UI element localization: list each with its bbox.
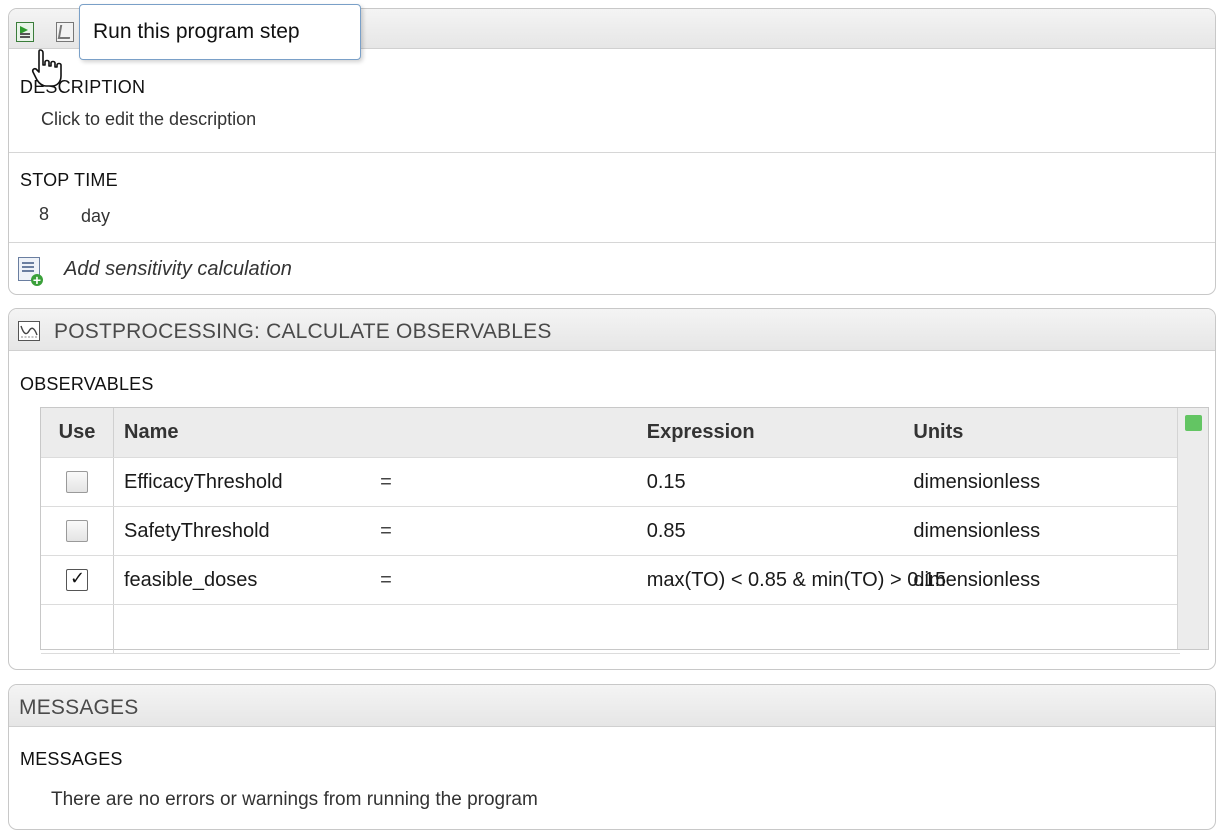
name-cell[interactable] (113, 604, 381, 654)
status-indicator-icon (1185, 415, 1202, 431)
expression-cell[interactable]: max(TO) < 0.85 & min(TO) > 0.15 (646, 555, 946, 605)
stop-time-label: STOP TIME (20, 170, 118, 190)
use-cell (41, 506, 114, 556)
name-cell[interactable]: feasible_doses (113, 555, 381, 605)
messages-header (9, 685, 1215, 727)
table-header-row: Use Name Expression Units (41, 408, 1180, 458)
equals-sign (380, 604, 647, 654)
step-icon[interactable] (56, 22, 74, 42)
equals-sign: = (380, 555, 647, 605)
divider (9, 242, 1215, 243)
col-name[interactable]: Name (113, 408, 381, 458)
table-row[interactable]: SafetyThreshold = 0.85 dimensionless (41, 506, 1180, 556)
observables-table[interactable]: Use Name Expression Units EfficacyThresh… (40, 407, 1209, 654)
plot-icon-glyph (20, 325, 38, 338)
units-cell[interactable]: dimensionless (913, 506, 1180, 556)
use-checkbox[interactable] (66, 471, 88, 494)
expression-cell[interactable]: 0.85 (646, 506, 914, 556)
observables-label: OBSERVABLES (20, 374, 154, 394)
divider (9, 152, 1215, 153)
use-cell (41, 604, 114, 654)
table-row[interactable]: EfficacyThreshold = 0.15 dimensionless (41, 457, 1180, 507)
table-scrollbar[interactable] (1177, 408, 1208, 649)
tooltip-text: Run this program step (93, 20, 300, 43)
observables-grid: Use Name Expression Units EfficacyThresh… (41, 408, 1180, 654)
col-use[interactable]: Use (41, 408, 114, 458)
description-text[interactable]: Click to edit the description (41, 109, 256, 130)
col-units[interactable]: Units (913, 408, 1180, 458)
units-cell[interactable]: dimensionless (913, 457, 1180, 507)
expression-cell[interactable] (646, 604, 914, 654)
plot-icon (18, 321, 40, 341)
name-cell[interactable]: EfficacyThreshold (113, 457, 381, 507)
table-row-empty[interactable] (41, 604, 1180, 654)
messages-text: There are no errors or warnings from run… (51, 789, 538, 810)
units-cell[interactable] (913, 604, 1180, 654)
stop-time-units[interactable]: day (81, 206, 110, 227)
equals-sign: = (380, 457, 647, 507)
run-step-tooltip: Run this program step (79, 4, 361, 60)
use-checkbox[interactable] (66, 568, 88, 592)
name-cell[interactable]: SafetyThreshold (113, 506, 381, 556)
equals-sign: = (380, 506, 647, 556)
expression-cell[interactable]: 0.15 (646, 457, 914, 507)
use-checkbox[interactable] (66, 520, 88, 543)
messages-panel: MESSAGES MESSAGES There are no errors or… (8, 684, 1216, 830)
hand-cursor-icon (31, 49, 62, 87)
col-eq (380, 408, 647, 458)
use-cell (41, 555, 114, 605)
messages-label: MESSAGES (20, 749, 123, 769)
postprocessing-title: POSTPROCESSING: CALCULATE OBSERVABLES (54, 320, 552, 343)
messages-title: MESSAGES (19, 696, 139, 719)
add-sensitivity-link[interactable]: Add sensitivity calculation (64, 258, 292, 281)
stop-time-value[interactable]: 8 (39, 204, 49, 225)
add-sensitivity-icon[interactable] (18, 257, 43, 286)
table-row[interactable]: feasible_doses = max(TO) < 0.85 & min(TO… (41, 555, 1180, 605)
use-cell (41, 457, 114, 507)
units-cell[interactable]: dimensionless (913, 555, 1180, 605)
col-expression[interactable]: Expression (646, 408, 914, 458)
run-step-icon[interactable] (16, 22, 34, 42)
